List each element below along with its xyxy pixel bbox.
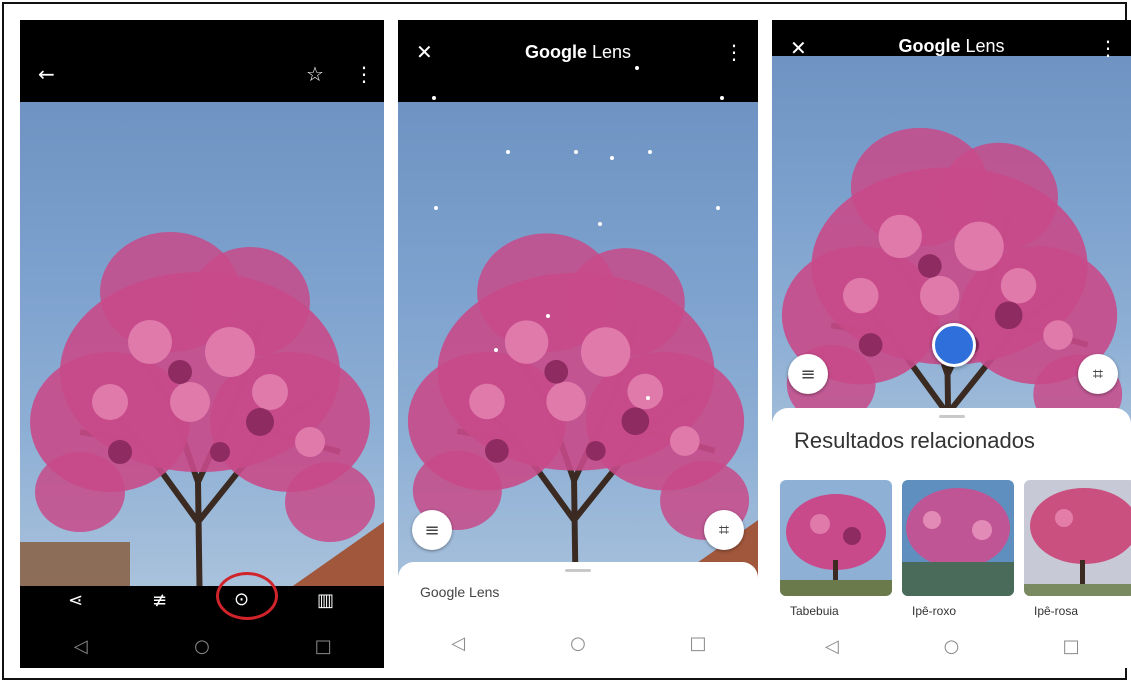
- lens-title: Google Lens: [524, 42, 632, 62]
- more-vert-icon[interactable]: ⋮: [724, 42, 744, 62]
- crop-icon: ⌗: [1092, 363, 1104, 385]
- scan-dot: [610, 156, 614, 160]
- filter-button[interactable]: ≡: [788, 354, 828, 394]
- tree-photo: [20, 102, 384, 602]
- result-thumb-tabebuia[interactable]: [780, 480, 892, 596]
- scan-dot: [635, 66, 639, 70]
- tune-icon[interactable]: ≢: [152, 592, 167, 610]
- result-thumb-ipe-roxo[interactable]: [902, 480, 1014, 596]
- arrow-left-icon[interactable]: ←: [38, 64, 55, 84]
- lens-topbar: ✕ Google Lens ⋮: [398, 20, 758, 102]
- result-thumb-ipe-rosa[interactable]: [1024, 480, 1131, 596]
- more-vert-icon[interactable]: ⋮: [1098, 38, 1118, 58]
- scan-dot: [598, 222, 602, 226]
- crop-button[interactable]: ⌗: [1078, 354, 1118, 394]
- photo-sky: [20, 102, 384, 602]
- nav-back-icon[interactable]: ◁: [61, 636, 101, 657]
- scan-dot: [720, 96, 724, 100]
- nav-recents-icon[interactable]: □: [303, 636, 343, 657]
- filter-button[interactable]: ≡: [412, 510, 452, 550]
- nav-recents-icon[interactable]: □: [678, 633, 718, 654]
- lens-title: Google Lens: [898, 36, 1005, 56]
- filter-icon: ≡: [424, 519, 440, 541]
- crop-button[interactable]: ⌗: [704, 510, 744, 550]
- nav-home-icon[interactable]: ○: [558, 633, 598, 654]
- sheet-label: Google Lens: [420, 584, 500, 600]
- scan-dot: [432, 96, 436, 100]
- results-sheet: Resultados relacionados Tabebuia Ipê-rox…: [772, 408, 1131, 668]
- result-image: [902, 480, 1014, 596]
- scan-dot: [494, 348, 498, 352]
- selection-dot[interactable]: [932, 323, 976, 367]
- scan-dot: [648, 150, 652, 154]
- scan-dot: [546, 314, 550, 318]
- nav-home-icon[interactable]: ○: [931, 636, 971, 657]
- star-outline-icon[interactable]: ☆: [306, 64, 324, 84]
- gallery-topbar: ← ☆ ⋮: [20, 20, 384, 102]
- nav-back-icon[interactable]: ◁: [438, 633, 478, 654]
- phone-lens-results-screen: ✕ Google Lens ⋮ ≡ ⌗ Resultados relaciona…: [772, 20, 1131, 668]
- more-vert-icon[interactable]: ⋮: [354, 64, 374, 84]
- scan-dot: [506, 150, 510, 154]
- phone-lens-scanning-screen: ✕ Google Lens ⋮ ≡ ⌗ Google Lens ◁ ○ □: [398, 20, 758, 668]
- nav-recents-icon[interactable]: □: [1051, 636, 1091, 657]
- gallery-bottom-bar: ⋖ ≢ ⊙ ▥ ◁ ○ □: [20, 572, 384, 668]
- share-icon[interactable]: ⋖: [68, 592, 83, 610]
- scan-dot: [574, 150, 578, 154]
- result-label[interactable]: Ipê-roxo: [912, 604, 956, 618]
- scan-dot: [646, 396, 650, 400]
- lens-highlight-circle: [216, 572, 278, 620]
- result-label[interactable]: Tabebuia: [790, 604, 839, 618]
- sheet-handle[interactable]: [938, 415, 965, 418]
- nav-back-icon[interactable]: ◁: [812, 636, 852, 657]
- lens-topbar: ✕ Google Lens ⋮: [772, 20, 1131, 58]
- result-image: [1024, 480, 1131, 596]
- photo-sky: [772, 56, 1131, 468]
- filter-icon: ≡: [800, 363, 816, 385]
- scan-dot: [434, 206, 438, 210]
- delete-icon[interactable]: ▥: [317, 592, 334, 610]
- result-label[interactable]: Ipê-rosa: [1034, 604, 1078, 618]
- lens-bottom-sheet: Google Lens ◁ ○ □: [398, 562, 758, 668]
- phone-gallery-screen: ← ☆ ⋮ ⋖ ≢ ⊙ ▥ ◁ ○ □: [20, 20, 384, 668]
- result-image: [780, 480, 892, 596]
- crop-icon: ⌗: [718, 519, 730, 541]
- nav-home-icon[interactable]: ○: [182, 636, 222, 657]
- results-title: Resultados relacionados: [794, 428, 1035, 453]
- sheet-handle[interactable]: [565, 569, 591, 572]
- scan-dot: [716, 206, 720, 210]
